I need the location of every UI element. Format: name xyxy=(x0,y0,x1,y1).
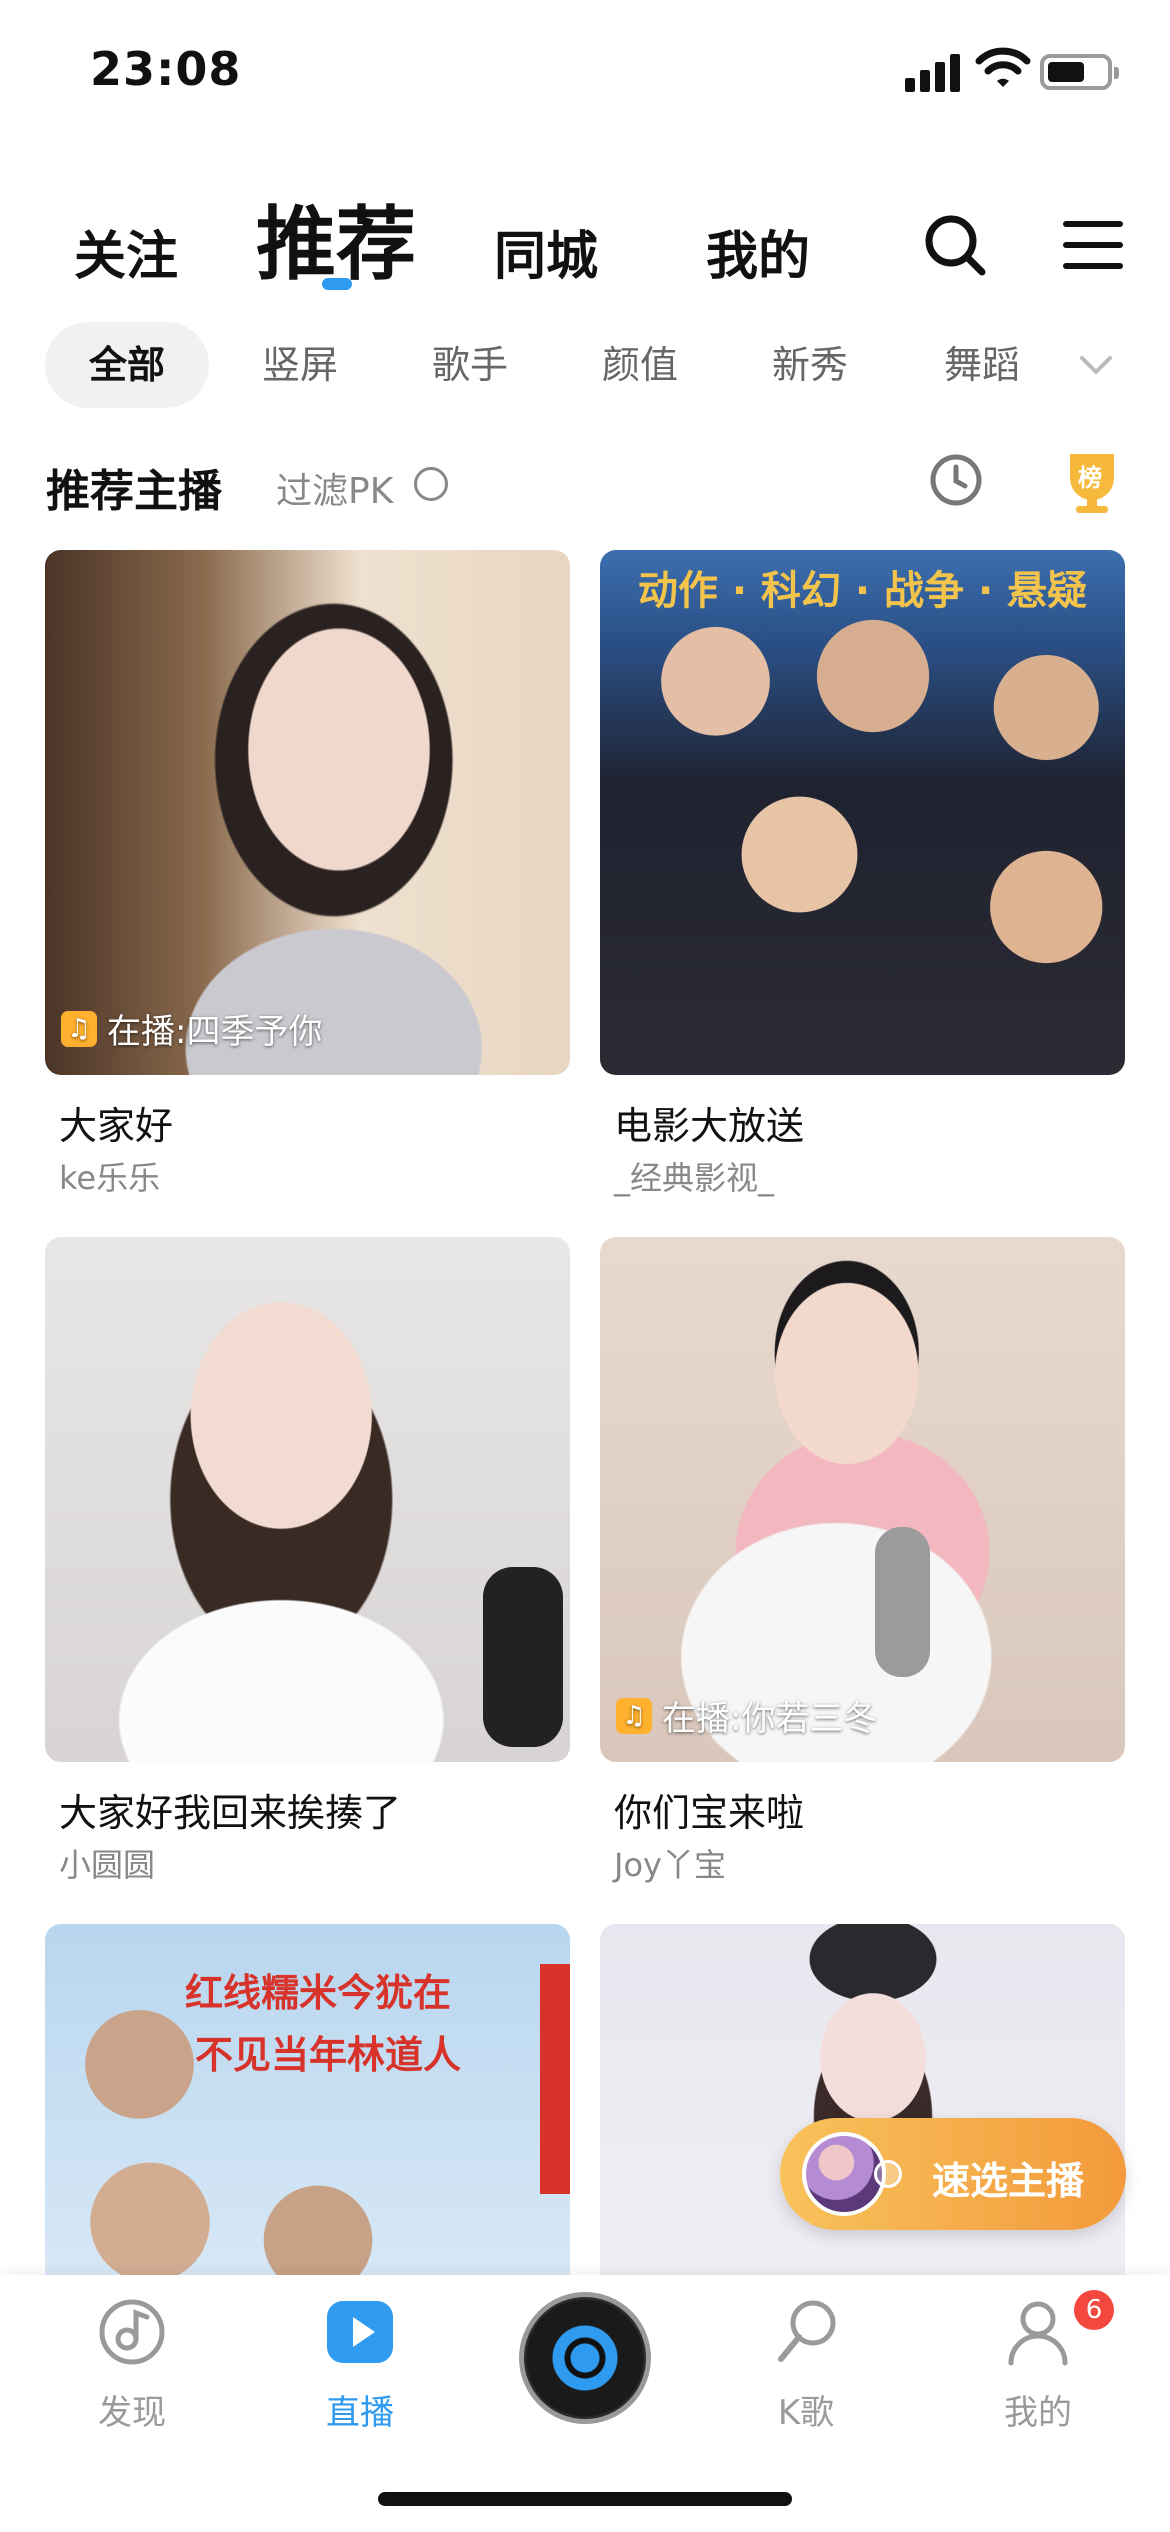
nav-karaoke[interactable]: K歌 xyxy=(736,2297,876,2467)
stream-thumbnail: 动作 · 科幻 · 战争 · 悬疑 xyxy=(600,550,1125,1075)
music-note-icon: ♫ xyxy=(616,1697,652,1734)
stream-card[interactable]: ♫ 在播:你若三冬 你们宝来啦 Joy丫宝 xyxy=(600,1237,1125,1897)
stream-card[interactable]: ♫ 在播:四季予你 大家好 ke乐乐 xyxy=(45,550,570,1210)
wifi-icon xyxy=(975,47,1031,87)
stream-card[interactable]: 大家好我回来挨揍了 小圆圆 xyxy=(45,1237,570,1897)
now-playing-text: 在播:你若三冬 xyxy=(662,1699,878,1739)
category-newcomer[interactable]: 新秀 xyxy=(750,322,870,408)
nav-live[interactable]: 直播 xyxy=(290,2297,430,2467)
search-icon[interactable] xyxy=(920,210,990,280)
chevron-down-icon[interactable] xyxy=(1076,348,1116,382)
nav-label: K歌 xyxy=(777,2393,835,2433)
leaderboard-trophy-icon[interactable]: 榜 xyxy=(1060,448,1124,516)
discover-note-icon xyxy=(99,2299,165,2365)
host-name: ke乐乐 xyxy=(59,1159,161,1197)
notification-badge: 6 xyxy=(1074,2290,1114,2330)
filter-pk-radio[interactable] xyxy=(414,467,448,501)
poster-banner-text: 动作 · 科幻 · 战争 · 悬疑 xyxy=(637,568,1088,614)
top-tab-bar: 关注 推荐 同城 我的 xyxy=(0,170,1170,310)
cellular-signal-icon xyxy=(905,50,961,92)
status-time: 23:08 xyxy=(90,42,242,96)
category-bar: 全部 竖屏 歌手 颜值 新秀 舞蹈 xyxy=(0,322,1170,408)
tab-mine[interactable]: 我的 xyxy=(706,214,810,289)
nav-label: 我的 xyxy=(1004,2393,1072,2433)
active-tab-indicator xyxy=(322,278,352,290)
tab-follow[interactable]: 关注 xyxy=(74,214,178,289)
stream-thumbnail: ♫ 在播:你若三冬 xyxy=(600,1237,1125,1762)
poster-text-line-1: 红线糯米今犹在 xyxy=(185,1971,452,2015)
app-screen: 23:08 关注 推荐 同城 我的 全部 竖屏 歌手 颜值 新秀 舞蹈 推荐主播… xyxy=(0,0,1170,2532)
nav-label: 直播 xyxy=(326,2393,394,2433)
stream-title: 大家好 xyxy=(59,1104,174,1148)
nav-label: 发现 xyxy=(98,2393,166,2433)
battery-icon xyxy=(1040,54,1119,90)
now-playing: ♫ 在播:四季予你 xyxy=(61,1004,322,1053)
poster-red-strip xyxy=(540,1964,570,2194)
stream-title: 你们宝来啦 xyxy=(614,1791,805,1835)
history-clock-icon[interactable] xyxy=(928,452,984,508)
live-play-icon xyxy=(327,2301,393,2363)
music-note-icon: ♫ xyxy=(61,1010,97,1047)
category-looks[interactable]: 颜值 xyxy=(580,322,700,408)
host-name: _经典影视_ xyxy=(614,1159,775,1197)
poster-text-line-2: 不见当年林道人 xyxy=(195,2033,462,2077)
vinyl-disc-icon[interactable] xyxy=(519,2292,651,2424)
quick-select-host-button[interactable]: 速选主播 xyxy=(780,2118,1126,2230)
stream-card[interactable]: 红线糯米今犹在 不见当年林道人 xyxy=(45,1924,570,2275)
category-singer[interactable]: 歌手 xyxy=(410,322,530,408)
karaoke-mic-icon xyxy=(778,2300,836,2362)
avatar-ring xyxy=(874,2160,902,2188)
category-all[interactable]: 全部 xyxy=(45,322,209,408)
now-playing-text: 在播:四季予你 xyxy=(107,1012,323,1052)
menu-icon[interactable] xyxy=(1058,210,1128,280)
rank-badge-text: 榜 xyxy=(1078,464,1102,492)
stream-thumbnail: ♫ 在播:四季予你 xyxy=(45,550,570,1075)
microphone-shape xyxy=(875,1527,930,1677)
stream-thumbnail xyxy=(45,1237,570,1762)
stream-title: 大家好我回来挨揍了 xyxy=(59,1791,402,1835)
category-dance[interactable]: 舞蹈 xyxy=(922,322,1042,408)
host-name: Joy丫宝 xyxy=(614,1846,726,1884)
category-vertical[interactable]: 竖屏 xyxy=(240,322,360,408)
profile-icon xyxy=(1008,2301,1068,2366)
tab-same-city[interactable]: 同城 xyxy=(494,214,598,289)
quick-select-label: 速选主播 xyxy=(932,2159,1085,2203)
status-bar: 23:08 xyxy=(0,0,1170,150)
stream-card[interactable]: 动作 · 科幻 · 战争 · 悬疑 电影大放送 _经典影视_ xyxy=(600,550,1125,1210)
microphone-shape xyxy=(483,1567,563,1747)
now-playing: ♫ 在播:你若三冬 xyxy=(616,1691,877,1740)
filter-pk-label[interactable]: 过滤PK xyxy=(276,462,393,514)
stream-thumbnail: 红线糯米今犹在 不见当年林道人 xyxy=(45,1924,570,2275)
host-name: 小圆圆 xyxy=(59,1846,156,1884)
nav-discover[interactable]: 发现 xyxy=(62,2297,202,2467)
section-title: 推荐主播 xyxy=(46,466,222,517)
stream-title: 电影大放送 xyxy=(614,1104,805,1148)
home-indicator[interactable] xyxy=(378,2492,792,2506)
